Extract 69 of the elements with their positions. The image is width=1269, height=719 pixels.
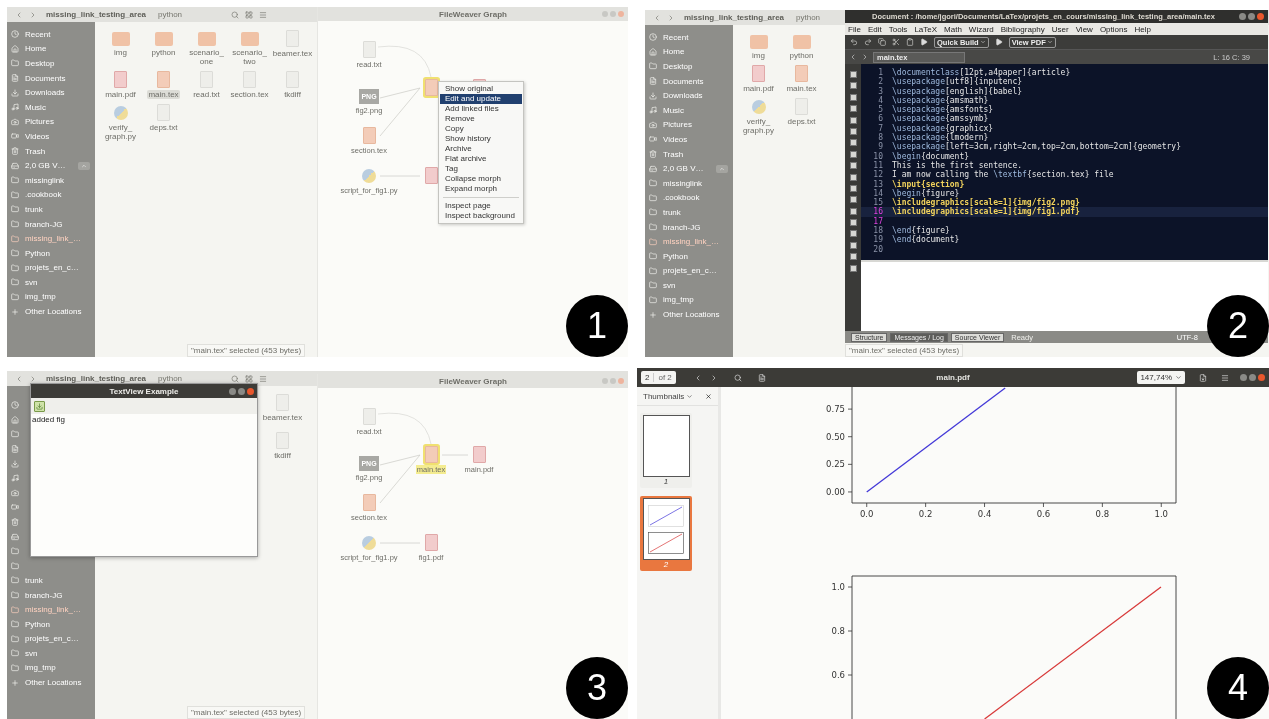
line-number: 11 [872,160,884,170]
y-tick: 0.8 [831,626,853,636]
x-tick-label: 1.0 [1154,509,1169,519]
line-number: 7 [877,123,884,133]
y-tick-label: 0.00 [826,486,845,497]
line-number: 18 [872,226,884,236]
x-tick-label: 0.6 [1036,509,1051,519]
window-title: FileWeaver Graph [438,9,508,19]
y-tick: 0.50 [826,431,853,442]
x-tick: 0.8 [1095,502,1110,519]
y-tick-label: 0.50 [826,431,845,442]
line-number: 5 [877,105,884,115]
code-line: \usepackage[utf8]{inputenc} [891,77,1023,87]
y-tick: 0.00 [826,486,853,497]
code-line: \end{figure} [891,226,950,236]
line-number: 12 [872,170,884,180]
code-line: \usepackage{lmodern} [891,133,989,143]
line-number: 15 [872,198,884,208]
code-line: \usepackage{graphicx} [891,123,995,134]
page-label: 2 [663,560,669,570]
line-number: 10 [872,151,884,161]
code-line: This is the first sentence. [891,160,1024,170]
line-number: 6 [877,114,884,124]
window-title: FileWeaver Graph [438,376,508,386]
status-label: "main.tex" selected (453 bytes) [187,344,306,357]
x-tick: 0.4 [977,502,992,519]
line-number: 19 [872,235,884,245]
code-line: \begin{figure} [891,188,960,199]
y-tick: 0.25 [826,459,853,470]
x-tick: 0.2 [918,502,933,519]
code-line: \usepackage{amsfonts} [891,105,995,115]
line-number: 1 [877,68,884,77]
x-tick-label: 0.8 [1095,509,1110,519]
code-line: \end{document} [891,235,961,245]
line-number: 17 [872,216,884,226]
line-number: 3 [877,86,884,96]
y-tick: 1.0 [831,582,853,592]
window-title: TextView Example [108,386,180,396]
code-line: \usepackage[english]{babel} [891,86,1024,96]
page-label: 1 [663,477,669,487]
code-line: \documentclass[12pt,a4paper]{article} [891,68,1072,78]
y-tick: 0.6 [831,670,853,680]
line-number: 8 [877,133,884,143]
code-line: I am now calling the \textbf{section.tex} file [891,170,1115,180]
x-tick: 1.0 [1154,502,1169,519]
line-number: 20 [872,244,884,254]
y-tick: 0.75 [826,404,853,415]
x-tick: 0.0 [859,502,874,519]
code-line: \input{section} [891,179,965,189]
x-tick-label: 0.2 [918,509,933,519]
y-tick-label: 0.75 [826,404,845,415]
code-line: \usepackage{amsmath} [891,95,989,106]
line-number: 14 [872,188,884,198]
line-number: 9 [877,142,884,152]
window-title: main.pdf [935,373,971,382]
x-tick-label: 0.4 [977,509,992,519]
x-tick-label: 0.0 [859,509,874,519]
y-tick-label: 0.25 [826,459,845,470]
line-number: 2 [877,77,884,87]
code-line: \begin{document} [891,151,970,161]
x-tick: 0.6 [1036,502,1051,519]
status-label: "main.tex" selected (453 bytes) [845,344,964,357]
line-number: 16 [861,207,887,217]
code-line: \usepackage[left=3cm,right=2cm,top=2cm,bottom=2cm]{geometry} [891,142,1182,152]
line-number: 4 [877,95,884,105]
line-number: 13 [872,179,884,189]
code-line: \includegraphics[scale=1]{img/fig2.png} [891,198,1081,208]
code-line: \usepackage{amssymb} [891,114,989,124]
status-label: "main.tex" selected (453 bytes) [187,706,306,719]
